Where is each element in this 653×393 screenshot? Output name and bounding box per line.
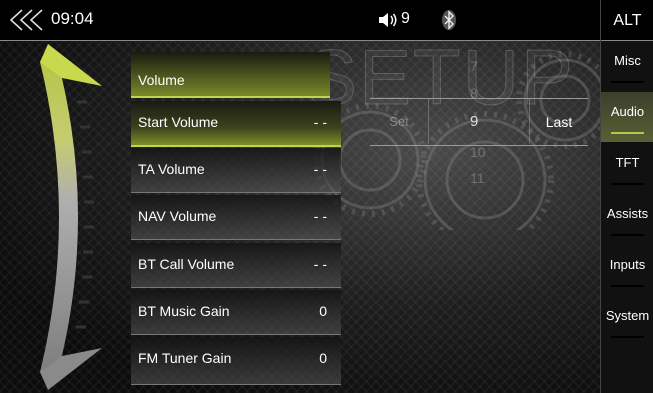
tab-label: Inputs bbox=[609, 257, 646, 272]
tab-underline bbox=[611, 285, 644, 287]
speaker-icon bbox=[379, 13, 397, 27]
tab-label: Misc bbox=[614, 53, 641, 68]
tab-inputs[interactable]: Inputs bbox=[601, 245, 653, 295]
tab-tft[interactable]: TFT bbox=[601, 143, 653, 193]
tab-system[interactable]: System bbox=[601, 296, 653, 346]
clock: 09:04 bbox=[51, 9, 94, 28]
bluetooth-icon bbox=[442, 10, 456, 30]
volume-level: 9 bbox=[401, 10, 410, 27]
picker-value[interactable]: 10 bbox=[470, 144, 490, 160]
tab-label: Assists bbox=[606, 206, 649, 221]
settings-item-bt-call-volume[interactable]: BT Call Volume - - bbox=[131, 243, 341, 288]
last-button[interactable]: Last bbox=[530, 98, 588, 144]
settings-item-label: BT Call Volume bbox=[138, 256, 235, 272]
settings-item-label: TA Volume bbox=[138, 161, 205, 177]
value-picker[interactable]: 7 8 Set 9 Last 10 11 bbox=[370, 50, 590, 200]
tab-underline bbox=[611, 81, 644, 83]
settings-item-value: - - bbox=[313, 208, 327, 224]
settings-item-label: NAV Volume bbox=[138, 208, 217, 224]
tab-underline bbox=[611, 336, 644, 338]
settings-item-value: - - bbox=[313, 256, 327, 272]
tab-audio[interactable]: Audio bbox=[601, 92, 653, 142]
settings-item-value: - - bbox=[313, 114, 327, 130]
settings-item-label: Start Volume bbox=[138, 114, 219, 130]
picker-selected-value[interactable]: 9 bbox=[470, 113, 490, 130]
tab-label: Audio bbox=[610, 104, 645, 119]
picker-separator bbox=[428, 98, 429, 144]
settings-item-start-volume[interactable]: Start Volume - - bbox=[131, 101, 341, 147]
settings-item-ta-volume[interactable]: TA Volume - - bbox=[131, 148, 341, 193]
volume-arc-scale[interactable] bbox=[0, 42, 130, 392]
settings-item-bt-music-gain[interactable]: BT Music Gain 0 bbox=[131, 290, 341, 335]
tab-label: System bbox=[605, 308, 650, 323]
settings-item-volume[interactable]: Volume bbox=[131, 52, 330, 98]
settings-item-fm-tuner-gain[interactable]: FM Tuner Gain 0 bbox=[131, 337, 341, 385]
picker-value[interactable]: 11 bbox=[470, 170, 490, 186]
tab-label: TFT bbox=[615, 155, 640, 170]
settings-item-nav-volume[interactable]: NAV Volume - - bbox=[131, 195, 341, 240]
set-button[interactable]: Set bbox=[370, 98, 428, 144]
alt-button[interactable]: ALT bbox=[601, 0, 653, 41]
tab-underline bbox=[611, 132, 644, 134]
settings-item-value: 0 bbox=[319, 350, 327, 366]
picker-value[interactable]: 7 bbox=[470, 58, 490, 74]
tab-underline bbox=[611, 183, 644, 185]
tab-assists[interactable]: Assists bbox=[601, 194, 653, 244]
category-panel: ALT Misc Audio TFT Assists Inputs System bbox=[600, 0, 653, 393]
settings-item-value: 0 bbox=[319, 303, 327, 319]
app-screen: SETUP 09:04 9 Volume Start Volume - - TA… bbox=[0, 0, 653, 393]
settings-item-label: FM Tuner Gain bbox=[138, 350, 232, 366]
tab-misc[interactable]: Misc bbox=[601, 41, 653, 91]
back-double-chevron-icon[interactable] bbox=[8, 9, 44, 31]
tab-underline bbox=[611, 234, 644, 236]
settings-item-value: - - bbox=[313, 161, 327, 177]
settings-item-label: BT Music Gain bbox=[138, 303, 230, 319]
settings-item-label: Volume bbox=[138, 72, 185, 88]
status-bar: 09:04 9 bbox=[0, 0, 600, 41]
